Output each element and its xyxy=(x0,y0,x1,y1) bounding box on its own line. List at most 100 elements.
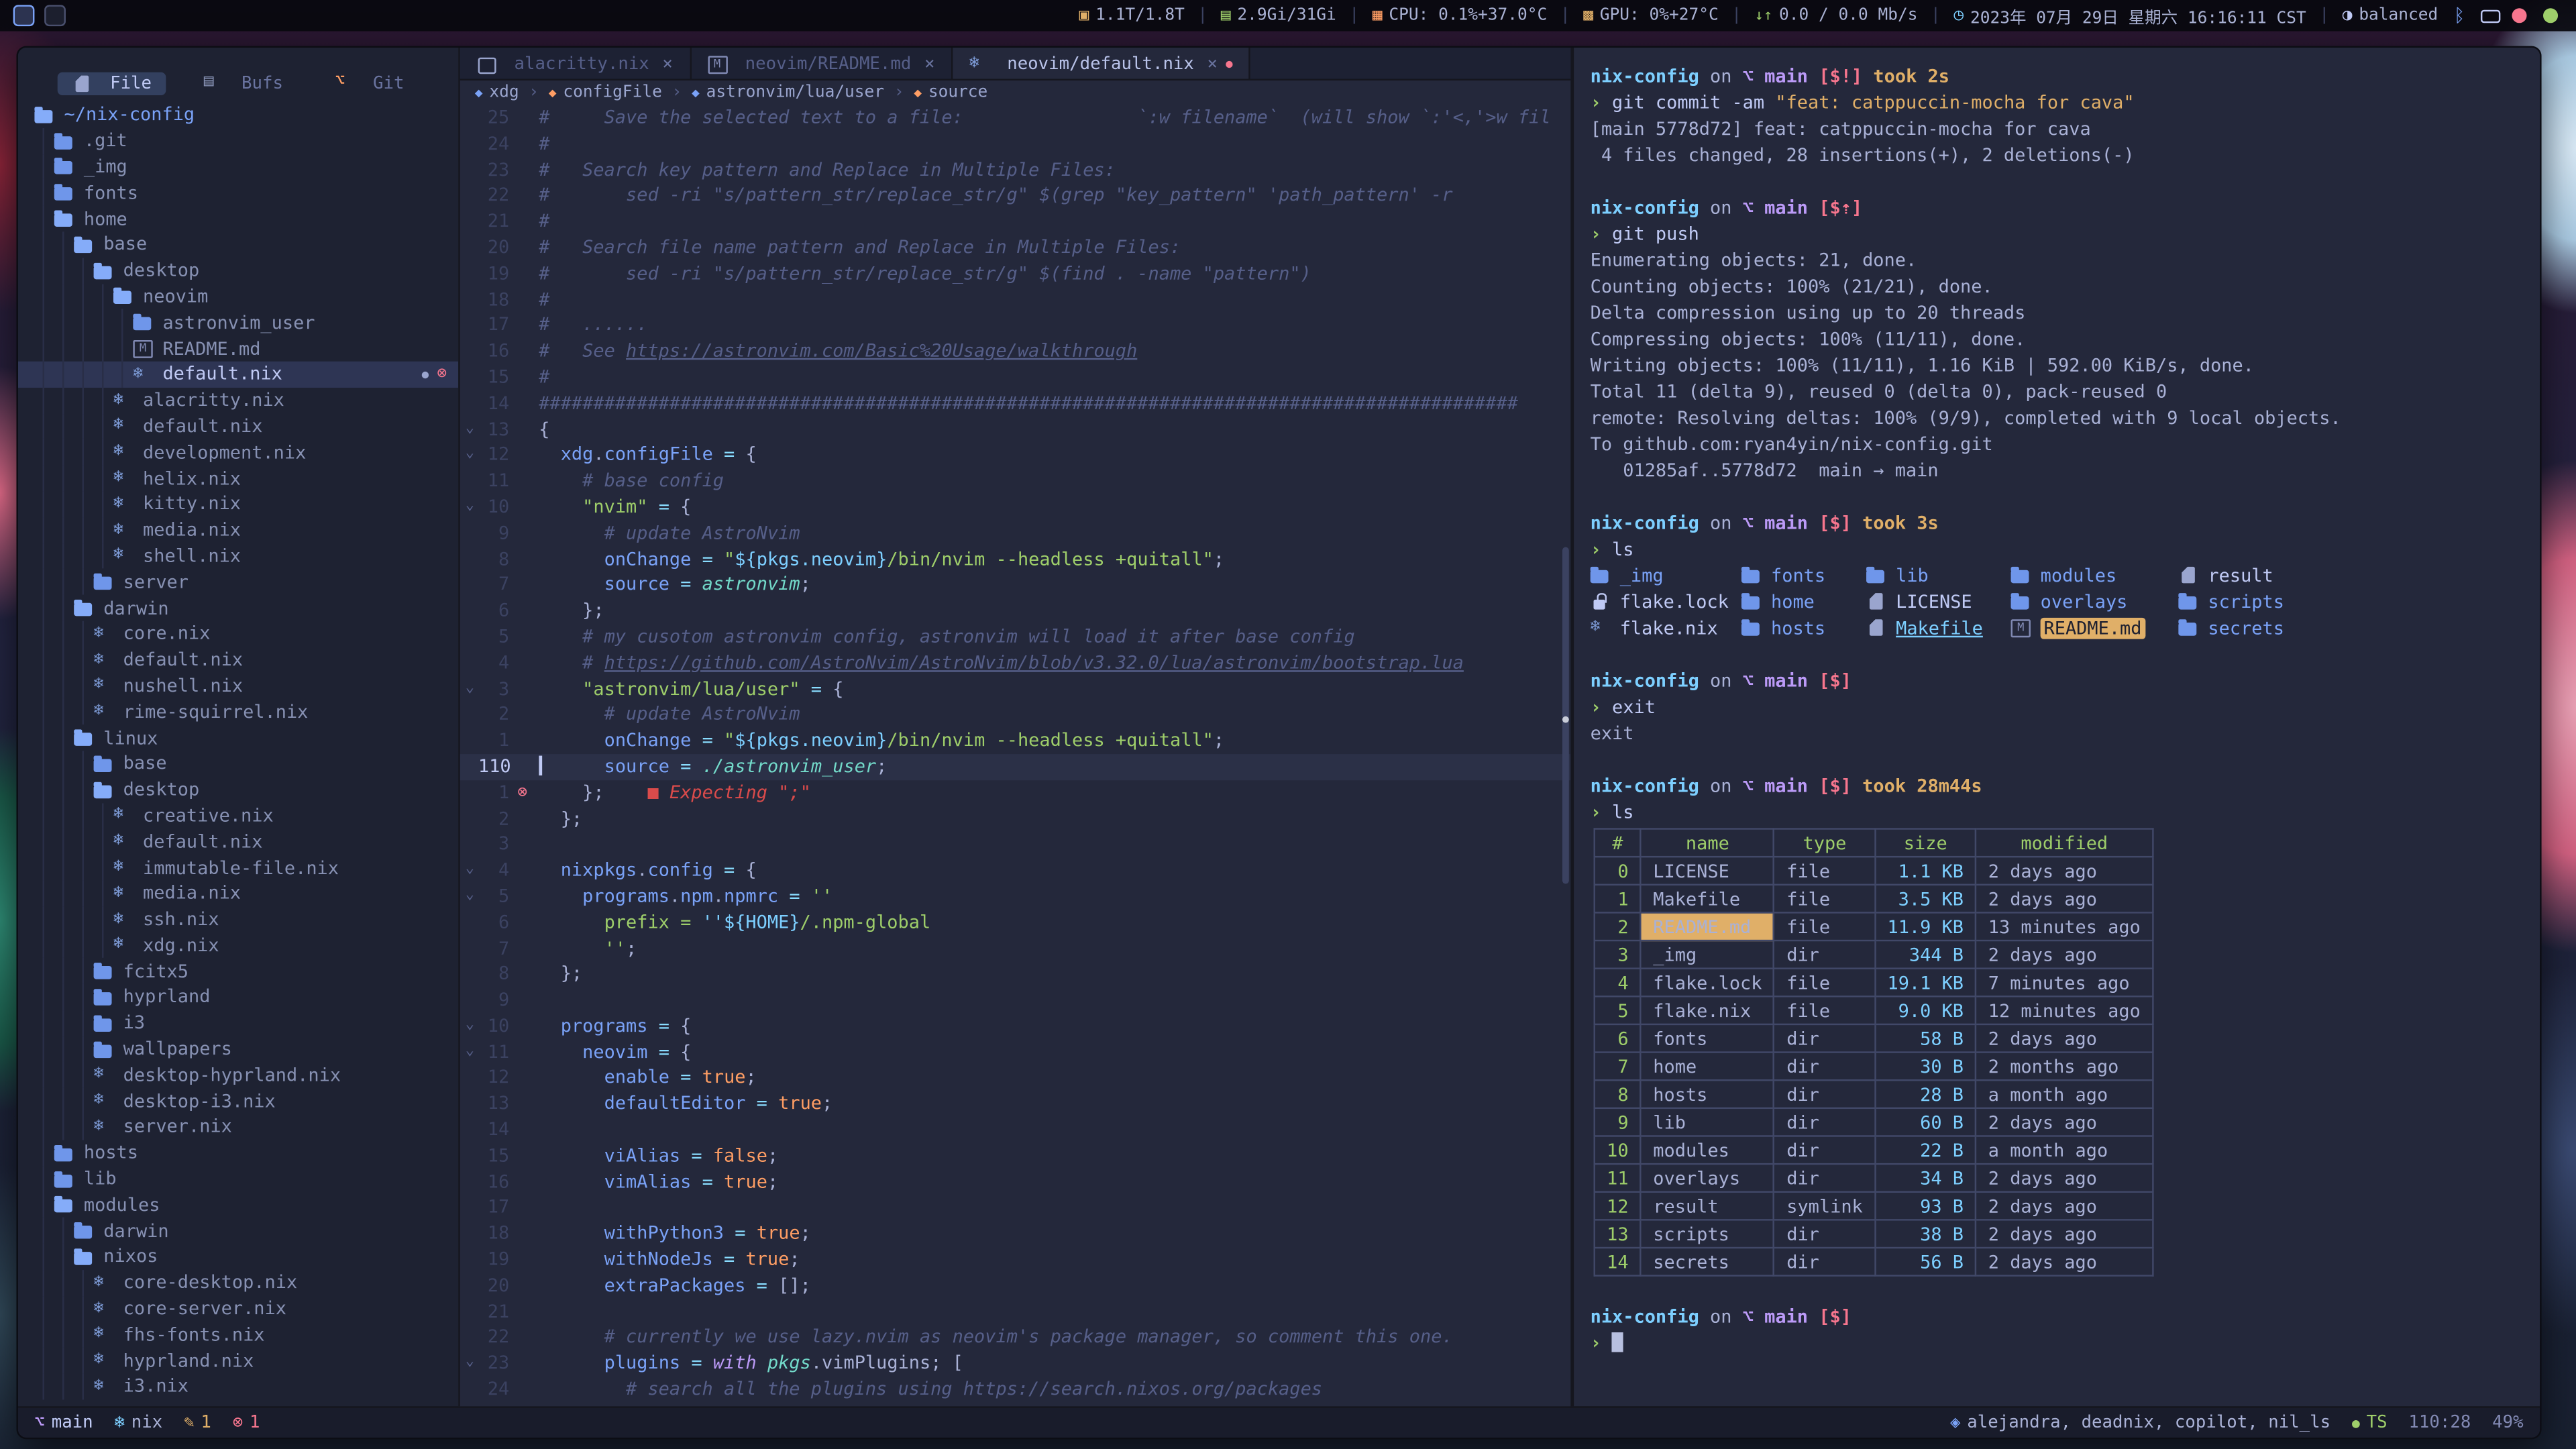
code-line[interactable]: 22 # currently we use lazy.nvim as neovi… xyxy=(460,1325,1571,1351)
fold-icon[interactable]: ⌄ xyxy=(460,676,480,702)
status-icon[interactable] xyxy=(2543,5,2563,26)
tag-1-icon[interactable] xyxy=(13,5,35,26)
tree-item[interactable]: desktop xyxy=(18,777,458,803)
tree-item[interactable]: base xyxy=(18,231,458,258)
tree-item[interactable]: hyprland xyxy=(18,984,458,1010)
tree-item[interactable]: linux xyxy=(18,724,458,751)
tree-item[interactable]: development.nix xyxy=(18,439,458,466)
code-line[interactable]: 18# xyxy=(460,287,1571,313)
code-line[interactable]: 7 ''; xyxy=(460,936,1571,962)
tag-2-icon[interactable] xyxy=(44,5,66,26)
code-line[interactable]: 25# Save the selected text to a file: `:… xyxy=(460,105,1571,131)
buffer-tab[interactable]: neovim/default.nix×● xyxy=(953,48,1250,79)
code-line[interactable]: 19# sed -ri "s/pattern_str/replace_str/g… xyxy=(460,261,1571,287)
close-icon[interactable]: × xyxy=(924,54,934,73)
keyboard-icon[interactable] xyxy=(2481,5,2500,26)
tree-item[interactable]: kitty.nix xyxy=(18,491,458,517)
code-line[interactable]: 5 # my cusotom astronvim config, astronv… xyxy=(460,624,1571,650)
fold-icon[interactable]: ⌄ xyxy=(460,494,480,521)
tree-item[interactable]: README.md xyxy=(18,335,458,362)
code-line[interactable]: 8 onChange = "${pkgs.neovim}/bin/nvim --… xyxy=(460,546,1571,572)
breadcrumb-item[interactable]: ◆source xyxy=(914,84,987,102)
tree-item[interactable]: media.nix xyxy=(18,517,458,543)
tree-item[interactable]: default.nix xyxy=(18,413,458,439)
code-line[interactable]: ⌄12 xdg.configFile = { xyxy=(460,443,1571,469)
tree-item[interactable]: astronvim_user xyxy=(18,309,458,335)
tree-item[interactable]: nixos xyxy=(18,1244,458,1270)
code-line[interactable]: 7 source = astronvim; xyxy=(460,572,1571,598)
code-line[interactable]: 2 }; xyxy=(460,806,1571,832)
tree-item[interactable]: creative.nix xyxy=(18,802,458,828)
tree-item[interactable]: rime-squirrel.nix xyxy=(18,699,458,725)
tree-item[interactable]: default.nix●⊗ xyxy=(18,362,458,388)
fold-icon[interactable]: ⌄ xyxy=(460,883,480,910)
code-line[interactable]: ⌄13{ xyxy=(460,417,1571,443)
tree-item[interactable]: i3.nix xyxy=(18,1373,458,1399)
tree-item[interactable]: darwin xyxy=(18,595,458,621)
buffer-tab[interactable]: neovim/README.md× xyxy=(691,48,953,79)
code-line[interactable]: 16# See https://astronvim.com/Basic%20Us… xyxy=(460,339,1571,365)
code-line[interactable]: ⌄10 "nvim" = { xyxy=(460,494,1571,521)
code-line[interactable]: 2 # update AstroNvim xyxy=(460,702,1571,729)
tree-item[interactable]: desktop-hyprland.nix xyxy=(18,1062,458,1088)
code-line[interactable]: 13 defaultEditor = true; xyxy=(460,1091,1571,1118)
code-line[interactable]: 14 xyxy=(460,1117,1571,1143)
code-line[interactable]: ⌄4 nixpkgs.config = { xyxy=(460,858,1571,884)
tree-item[interactable]: i3 xyxy=(18,1010,458,1036)
breadcrumb-item[interactable]: ◆astronvim/lua/user xyxy=(692,84,884,102)
fold-icon[interactable]: ⌄ xyxy=(460,443,480,469)
tree-item[interactable]: modules xyxy=(18,1192,458,1218)
tree-item[interactable]: server xyxy=(18,569,458,595)
code-line[interactable]: 14######################################… xyxy=(460,390,1571,417)
fold-icon[interactable]: ⌄ xyxy=(460,417,480,443)
code-line[interactable]: 21 xyxy=(460,1299,1571,1325)
tree-item[interactable]: base xyxy=(18,751,458,777)
tree-item[interactable]: media.nix xyxy=(18,880,458,906)
tree-item[interactable]: hosts xyxy=(18,1140,458,1166)
tree-item[interactable]: neovim xyxy=(18,284,458,310)
tree-item[interactable]: desktop xyxy=(18,258,458,284)
code-line[interactable]: 3 xyxy=(460,832,1571,858)
code-line[interactable]: ⌄10 programs = { xyxy=(460,1014,1571,1040)
code-line[interactable]: 15# xyxy=(460,365,1571,391)
explorer-tab-bufs[interactable]: Bufs xyxy=(189,72,298,95)
code-line[interactable]: 12 enable = true; xyxy=(460,1065,1571,1091)
tree-item[interactable]: fhs-fonts.nix xyxy=(18,1322,458,1348)
code-line[interactable]: 24# xyxy=(460,131,1571,157)
code-line[interactable]: 24 # search all the plugins using https:… xyxy=(460,1377,1571,1403)
tree-item[interactable]: alacritty.nix xyxy=(18,387,458,413)
bluetooth-icon[interactable]: ᛒ xyxy=(2449,5,2469,26)
code-line[interactable]: 21# xyxy=(460,209,1571,235)
explorer-tab-file[interactable]: File xyxy=(58,72,166,95)
tree-item[interactable]: nushell.nix xyxy=(18,673,458,699)
tree-item[interactable]: darwin xyxy=(18,1218,458,1244)
code-line[interactable]: ⌄11 neovim = { xyxy=(460,1039,1571,1065)
tree-item[interactable]: shell.nix xyxy=(18,543,458,570)
terminal-pane[interactable]: nix-config on ⌥ main [$!] took 2s› git c… xyxy=(1570,48,2540,1406)
code-line[interactable]: 23# Search key pattern and Replace in Mu… xyxy=(460,157,1571,183)
tree-item[interactable]: .git xyxy=(18,128,458,154)
tree-item[interactable]: ~/nix-config xyxy=(18,102,458,128)
code-area[interactable]: 25# Save the selected text to a file: `:… xyxy=(460,105,1571,1407)
code-line[interactable]: 17# ...... xyxy=(460,313,1571,339)
fold-icon[interactable]: ⌄ xyxy=(460,1014,480,1040)
tree-item[interactable]: default.nix xyxy=(18,828,458,855)
breadcrumb-item[interactable]: ◆configFile xyxy=(549,84,662,102)
code-line[interactable]: 16 vimAlias = true; xyxy=(460,1169,1571,1195)
tree-item[interactable]: fonts xyxy=(18,180,458,206)
close-icon[interactable]: × xyxy=(1208,54,1218,73)
code-line[interactable]: 1⊗ }; ■ Expecting ";" xyxy=(460,780,1571,806)
tree-item[interactable]: core.nix xyxy=(18,621,458,647)
scrollbar[interactable] xyxy=(1562,107,1569,1403)
tree-item[interactable]: _img xyxy=(18,154,458,180)
input-method-icon[interactable] xyxy=(2512,5,2531,26)
code-line[interactable]: ⌄23 plugins = with pkgs.vimPlugins; [ xyxy=(460,1351,1571,1377)
fold-icon[interactable]: ⌄ xyxy=(460,1039,480,1065)
fold-icon[interactable]: ⌄ xyxy=(460,858,480,884)
tree-item[interactable]: default.nix xyxy=(18,647,458,673)
fold-icon[interactable]: ⌄ xyxy=(460,1351,480,1377)
tree-item[interactable]: server.nix xyxy=(18,1114,458,1140)
tree-item[interactable]: home xyxy=(18,206,458,232)
code-line[interactable]: 20# Search file name pattern and Replace… xyxy=(460,235,1571,261)
tree-item[interactable]: helix.nix xyxy=(18,465,458,491)
